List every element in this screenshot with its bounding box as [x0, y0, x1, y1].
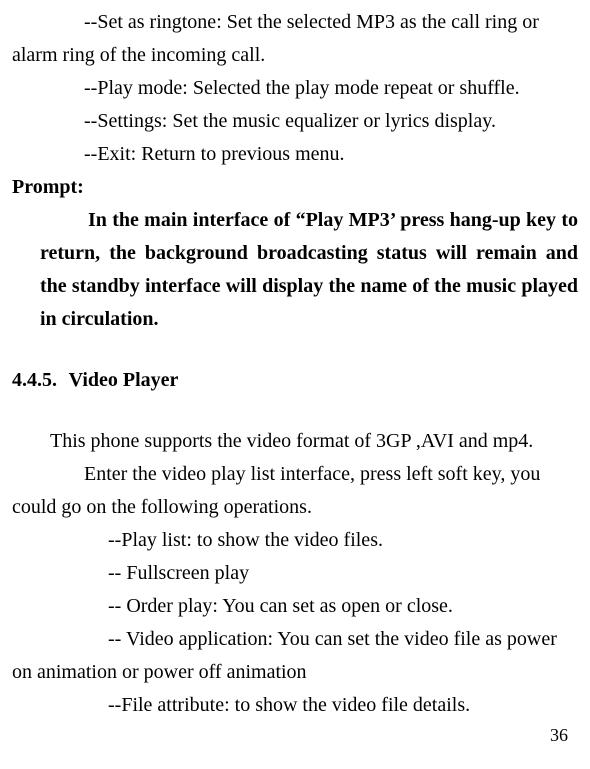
prompt-body: In the main interface of “Play MP3’ pres… [12, 204, 578, 336]
section-title: Video Player [69, 369, 179, 391]
prompt-label: Prompt: [12, 171, 578, 204]
item-order-play: -- Order play: You can set as open or cl… [12, 590, 578, 623]
video-intro: This phone supports the video format of … [12, 425, 578, 458]
item-settings: --Settings: Set the music equalizer or l… [12, 105, 578, 138]
item-set-ringtone: --Set as ringtone: Set the selected MP3 … [12, 6, 578, 72]
item-fullscreen: -- Fullscreen play [12, 557, 578, 590]
item-play-list: --Play list: to show the video files. [12, 524, 578, 557]
video-enter: Enter the video play list interface, pre… [12, 458, 578, 524]
section-heading: 4.4.5. Video Player [12, 364, 578, 397]
section-number: 4.4.5. [12, 364, 64, 397]
item-play-mode: --Play mode: Selected the play mode repe… [12, 72, 578, 105]
item-file-attribute: --File attribute: to show the video file… [12, 689, 578, 722]
page-number: 36 [550, 721, 568, 751]
item-exit: --Exit: Return to previous menu. [12, 138, 578, 171]
item-video-application: -- Video application: You can set the vi… [12, 623, 578, 689]
